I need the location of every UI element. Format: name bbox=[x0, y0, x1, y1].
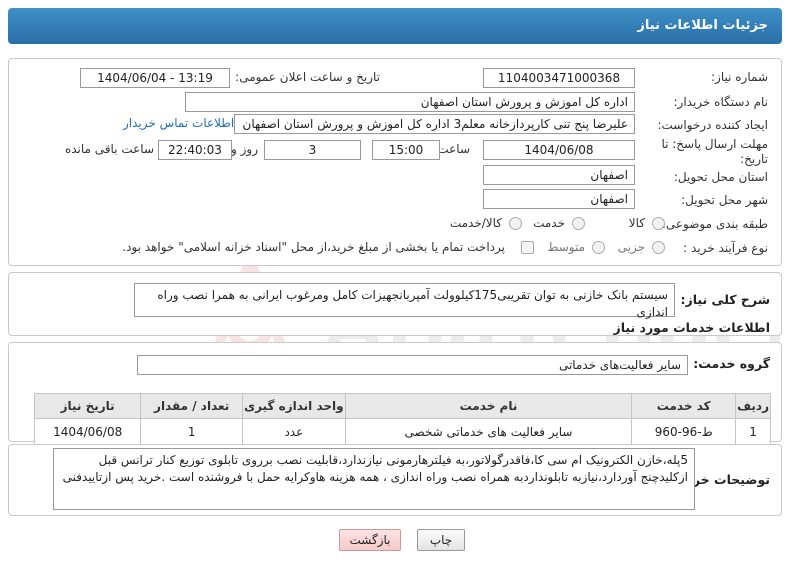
days-field: 3 bbox=[264, 140, 361, 160]
col-unit: واحد اندازه گیری bbox=[242, 393, 346, 419]
service-name: سایر فعالیت های خدماتی شخصی bbox=[344, 418, 633, 446]
deadline-label: مهلت ارسال پاسخ: تا تاریخ: bbox=[661, 137, 768, 166]
deadline-date-field: 1404/06/08 bbox=[483, 140, 635, 160]
page-title: جزئیات اطلاعات نیاز bbox=[8, 8, 782, 44]
service-group-field: سایر فعالیت‌های خدماتی bbox=[137, 355, 688, 375]
province-label: استان محل تحویل: bbox=[673, 170, 768, 184]
treasury-payment-note: پرداخت تمام یا بخشی از مبلغ خرید،از محل … bbox=[122, 240, 505, 254]
announce-field: 1404/06/04 - 13:19 bbox=[80, 68, 230, 88]
city-label: شهر محل تحویل: bbox=[681, 193, 768, 207]
category-service-radio[interactable] bbox=[572, 217, 585, 230]
unit: عدد bbox=[242, 418, 346, 446]
province-field: اصفهان bbox=[483, 165, 635, 185]
category-goods-label: کالا bbox=[628, 216, 645, 230]
quantity: 1 bbox=[140, 418, 244, 446]
need-date: 1404/06/08 bbox=[33, 418, 142, 446]
service-code: ط-96-960 bbox=[631, 418, 737, 446]
table-row: 1 ط-96-960 سایر فعالیت های خدماتی شخصی ع… bbox=[33, 418, 771, 446]
days-label: روز و bbox=[231, 142, 258, 156]
category-label: طبقه بندی موضوعی: bbox=[661, 217, 768, 231]
service-group-label: گروه خدمت: bbox=[693, 356, 770, 371]
category-goods-radio[interactable] bbox=[652, 217, 665, 230]
services-section-title: اطلاعات خدمات مورد نیاز bbox=[613, 320, 771, 335]
description-textarea: سیستم بانک خازنی به توان تقریبی175کیلوول… bbox=[134, 283, 675, 319]
deadline-time-label: ساعت bbox=[437, 142, 470, 156]
remaining-label: ساعت باقی مانده bbox=[64, 142, 154, 156]
creator-field: علیرضا پنج تنی کارپردازخانه معلم3 اداره … bbox=[234, 114, 635, 134]
announce-label: تاریخ و ساعت اعلان عمومی: bbox=[235, 70, 380, 84]
buyer-notes-textarea: 5پله،خازن الکترونیک ام سی کا،فاقدرگولاتو… bbox=[53, 448, 695, 510]
process-label: نوع فرآیند خرید : bbox=[683, 241, 768, 255]
col-service-code: کد خدمت bbox=[631, 393, 737, 419]
need-number-field: 1104003471000368 bbox=[483, 68, 635, 88]
process-medium-label: متوسط bbox=[547, 240, 585, 254]
creator-label: ایجاد کننده درخواست: bbox=[657, 118, 768, 132]
col-quantity: تعداد / مقدار bbox=[140, 393, 244, 419]
contact-buyer-link[interactable]: اطلاعات تماس خریدار bbox=[123, 116, 234, 130]
process-minor-radio[interactable] bbox=[652, 241, 665, 254]
buyer-org-label: نام دستگاه خریدار: bbox=[673, 95, 769, 109]
treasury-payment-checkbox[interactable] bbox=[521, 241, 534, 254]
back-button[interactable]: بازگشت bbox=[339, 529, 401, 551]
category-goods-service-radio[interactable] bbox=[509, 217, 522, 230]
category-goods-service-label: کالا/خدمت bbox=[449, 216, 502, 230]
print-button[interactable]: چاپ bbox=[417, 529, 465, 551]
buyer-org-field: اداره کل اموزش و پرورش استان اصفهان bbox=[185, 92, 635, 112]
remaining-time-field: 22:40:03 bbox=[158, 140, 232, 160]
process-medium-radio[interactable] bbox=[592, 241, 605, 254]
col-service-name: نام خدمت bbox=[344, 393, 633, 419]
col-need-date: تاریخ نیاز bbox=[33, 393, 142, 419]
services-table: ردیف کد خدمت نام خدمت واحد اندازه گیری ت… bbox=[33, 393, 771, 446]
col-row: ردیف bbox=[735, 393, 771, 419]
services-table-header: ردیف کد خدمت نام خدمت واحد اندازه گیری ت… bbox=[33, 393, 771, 419]
city-field: اصفهان bbox=[483, 189, 635, 209]
category-service-label: خدمت bbox=[533, 216, 565, 230]
row-number: 1 bbox=[735, 418, 771, 446]
description-label: شرح کلی نیاز: bbox=[680, 292, 770, 307]
deadline-time-field: 15:00 bbox=[372, 140, 440, 160]
need-number-label: شماره نیاز: bbox=[711, 70, 768, 84]
process-minor-label: جزیی bbox=[617, 240, 645, 254]
